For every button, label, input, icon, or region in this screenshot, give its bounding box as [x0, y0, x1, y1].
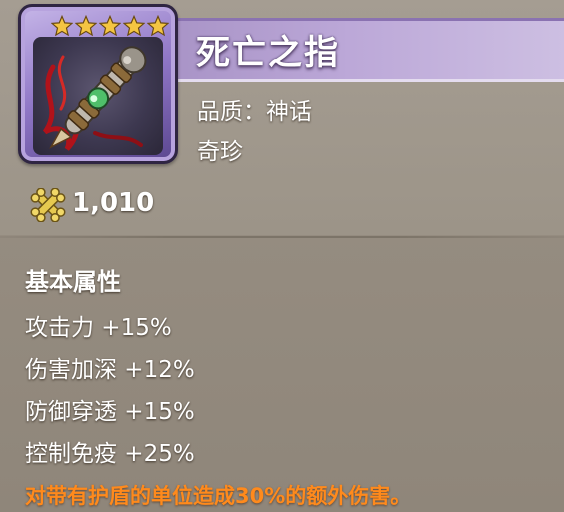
- section-divider: [0, 236, 564, 238]
- stat-line: 伤害加深 +12%: [25, 357, 195, 383]
- special-effect-text: 对带有护盾的单位造成30%的额外伤害。: [25, 484, 412, 508]
- star-icon: [123, 15, 145, 37]
- star-icon: [147, 15, 169, 37]
- attributes-title: 基本属性: [25, 268, 121, 296]
- star-icon: [75, 15, 97, 37]
- item-category: 奇珍: [197, 139, 243, 165]
- item-quality: 品质：神话: [197, 99, 312, 125]
- stat-line: 防御穿透 +15%: [25, 399, 195, 425]
- price-value: 1,010: [72, 188, 155, 218]
- item-name: 死亡之指: [196, 33, 340, 73]
- stat-line: 控制免疫 +25%: [25, 441, 195, 467]
- star-icon: [99, 15, 121, 37]
- stat-line: 攻击力 +15%: [25, 315, 172, 341]
- item-icon-frame[interactable]: [18, 4, 178, 164]
- bone-dagger-icon: [42, 46, 147, 151]
- item-tooltip-panel: 死亡之指 品质：神话 奇珍 1,010 基本属性 攻击力 +15% 伤害加深 +…: [0, 0, 564, 512]
- star-icon: [51, 15, 73, 37]
- item-icon-background: [33, 37, 163, 155]
- crossed-bones-currency-icon: [30, 188, 66, 222]
